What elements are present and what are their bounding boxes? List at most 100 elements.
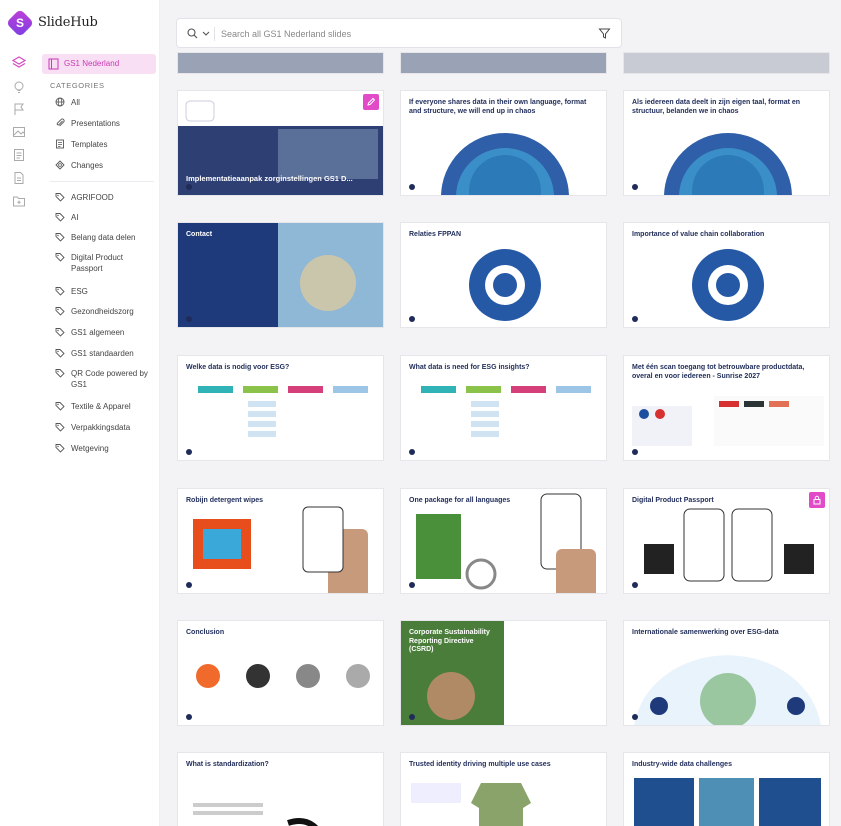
gs1-logo-icon: [632, 449, 638, 455]
slide-card[interactable]: Als iedereen data deelt in zijn eigen ta…: [623, 90, 830, 196]
slide-card-partial[interactable]: [400, 52, 607, 74]
edit-icon[interactable]: [363, 94, 379, 110]
gs1-logo-icon: [186, 316, 192, 322]
slide-card-partial[interactable]: [177, 52, 384, 74]
tag-item[interactable]: AGRIFOOD: [55, 192, 151, 203]
search-input[interactable]: [221, 26, 591, 42]
slide-card[interactable]: Internationale samenwerking over ESG-dat…: [623, 620, 830, 726]
tag-label: Verpakkingsdata: [71, 423, 131, 432]
slide-card[interactable]: Corporate Sustainability Reporting Direc…: [400, 620, 607, 726]
tag-item[interactable]: Verpakkingsdata: [55, 422, 151, 433]
slide-title: Relaties FPPAN: [409, 231, 461, 238]
slide-title: Als iedereen data deelt in zijn eigen ta…: [632, 99, 801, 115]
slide-card[interactable]: Robijn detergent wipes: [177, 488, 384, 594]
gs1-logo-icon: [409, 582, 415, 588]
gs1-logo-icon: [409, 184, 415, 190]
slide-card[interactable]: One package for all languages: [400, 488, 607, 594]
tag-item[interactable]: GS1 algemeen: [55, 327, 151, 338]
image-icon[interactable]: [12, 125, 26, 139]
category-label: Presentations: [71, 119, 120, 128]
tag-label: Textile & Apparel: [71, 402, 131, 411]
slide-title: Corporate Sustainability Reporting Direc…: [409, 629, 490, 653]
slide-card-partial[interactable]: [623, 52, 830, 74]
book-icon: [48, 58, 59, 70]
gs1-logo-icon: [186, 714, 192, 720]
flag-icon[interactable]: [12, 102, 26, 116]
categories-heading: CATEGORIES: [50, 81, 105, 90]
tag-item[interactable]: QR Code powered by GS1: [55, 368, 151, 390]
tag-label: GS1 algemeen: [71, 328, 125, 337]
slide-card[interactable]: Trusted identity driving multiple use ca…: [400, 752, 607, 826]
tag-icon: [55, 306, 65, 316]
search-divider: [214, 27, 215, 41]
lightbulb-icon[interactable]: [12, 80, 26, 94]
tag-icon: [55, 232, 65, 242]
tag-label: QR Code powered by GS1: [71, 369, 148, 389]
tag-item[interactable]: Gezondheidszorg: [55, 306, 151, 317]
slide-card[interactable]: Implementatieaanpak zorginstellingen GS1…: [177, 90, 384, 196]
folder-plus-icon[interactable]: [12, 194, 26, 208]
gs1-logo-icon: [632, 184, 638, 190]
slide-card[interactable]: Importance of value chain collaboration: [623, 222, 830, 328]
gs1-logo-icon: [186, 449, 192, 455]
gs1-logo-icon: [186, 184, 192, 190]
category-presentations[interactable]: Presentations: [55, 118, 120, 129]
sidebar: SlideHub GS1 Nederland CATEGORIES All Pr…: [38, 0, 160, 826]
slide-card[interactable]: If everyone shares data in their own lan…: [400, 90, 607, 196]
category-changes[interactable]: Changes: [55, 160, 103, 171]
gs1-logo-icon: [632, 316, 638, 322]
slide-title: Met één scan toegang tot betrouwbare pro…: [632, 364, 805, 380]
slide-title: Trusted identity driving multiple use ca…: [409, 761, 551, 768]
slide-title: Importance of value chain collaboration: [632, 231, 765, 238]
tag-item[interactable]: Wetgeving: [55, 443, 151, 454]
tag-item[interactable]: Belang data delen: [55, 232, 151, 243]
layers-icon[interactable]: [11, 56, 27, 70]
tag-icon: [55, 327, 65, 337]
slide-title: Digital Product Passport: [632, 497, 714, 504]
chevron-down-icon[interactable]: [202, 30, 210, 37]
category-templates[interactable]: Templates: [55, 139, 107, 150]
slide-title: Internationale samenwerking over ESG-dat…: [632, 629, 779, 636]
sidebar-item-label: GS1 Nederland: [64, 59, 120, 68]
slide-card[interactable]: Industry-wide data challenges: [623, 752, 830, 826]
tag-item[interactable]: Digital Product Passport: [55, 252, 151, 274]
slide-card[interactable]: Met één scan toegang tot betrouwbare pro…: [623, 355, 830, 461]
tag-label: Belang data delen: [71, 233, 136, 242]
slidehub-logo-icon[interactable]: S: [5, 8, 35, 38]
category-label: Changes: [71, 161, 104, 170]
slide-card[interactable]: Conclusion: [177, 620, 384, 726]
slide-card[interactable]: What is standardization?: [177, 752, 384, 826]
tag-icon: [55, 192, 65, 202]
slide-card[interactable]: Relaties FPPAN: [400, 222, 607, 328]
category-all[interactable]: All: [55, 97, 80, 108]
slide-card[interactable]: What data is need for ESG insights?: [400, 355, 607, 461]
icon-rail: S: [0, 0, 38, 826]
sidebar-item-gs1-nederland[interactable]: GS1 Nederland: [42, 54, 156, 74]
tag-label: AI: [71, 213, 79, 222]
tag-item[interactable]: Textile & Apparel: [55, 401, 151, 412]
globe-icon: [55, 97, 65, 107]
slide-title: What data is need for ESG insights?: [409, 364, 530, 371]
slide-card[interactable]: Welke data is nodig voor ESG?: [177, 355, 384, 461]
gs1-logo-icon: [632, 582, 638, 588]
slide-card[interactable]: Digital Product Passport: [623, 488, 830, 594]
slide-title: Robijn detergent wipes: [186, 497, 264, 504]
slide-card[interactable]: Contact: [177, 222, 384, 328]
file-icon[interactable]: [12, 171, 26, 185]
document-icon[interactable]: [12, 148, 26, 162]
category-label: All: [71, 98, 80, 107]
paperclip-icon: [55, 118, 65, 128]
gs1-logo-icon: [409, 316, 415, 322]
tag-icon: [55, 422, 65, 432]
tag-label: Wetgeving: [71, 444, 109, 453]
brand-name: SlideHub: [38, 15, 98, 30]
tag-item[interactable]: AI: [55, 212, 151, 223]
lock-icon[interactable]: [809, 492, 825, 508]
filter-icon[interactable]: [598, 27, 611, 40]
gs1-logo-icon: [409, 714, 415, 720]
template-icon: [55, 139, 65, 149]
tag-item[interactable]: ESG: [55, 286, 151, 297]
tag-item[interactable]: GS1 standaarden: [55, 348, 151, 359]
tag-icon: [55, 252, 65, 262]
search-bar[interactable]: [176, 18, 622, 48]
